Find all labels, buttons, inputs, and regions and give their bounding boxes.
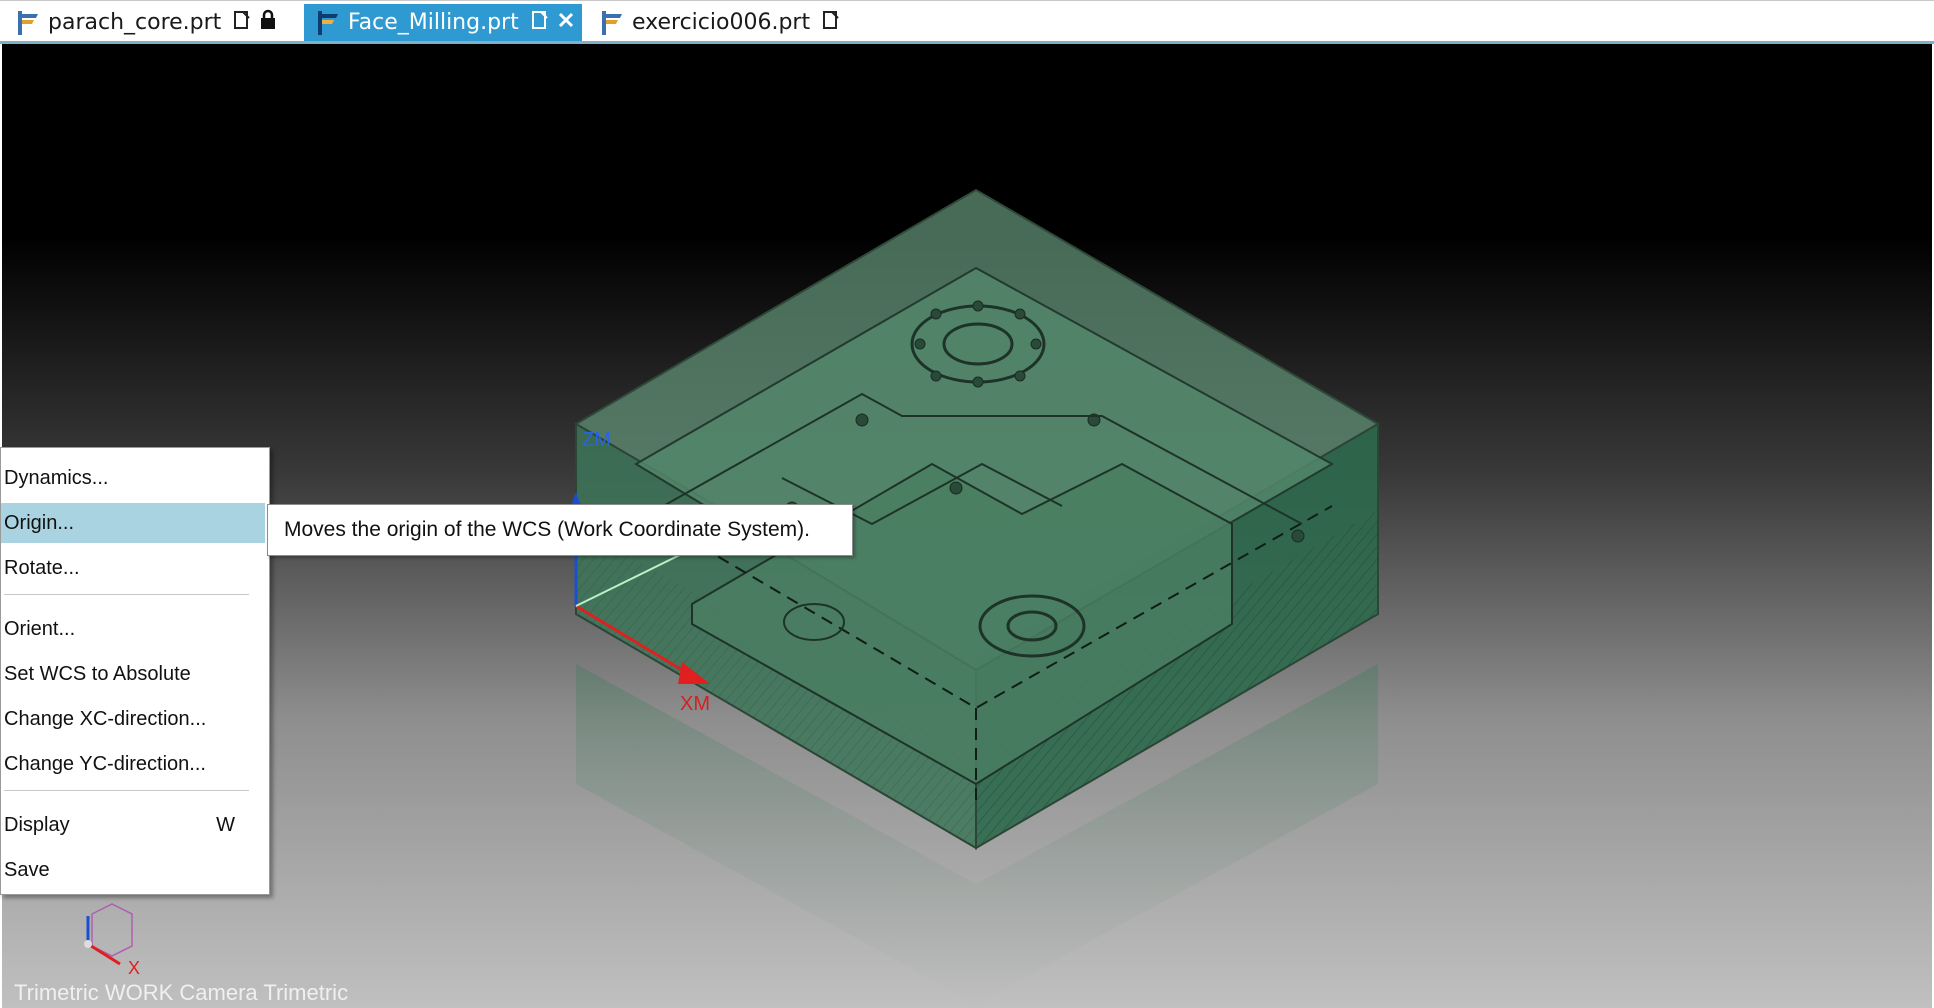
menu-item-dynamics[interactable]: Dynamics... <box>1 458 265 498</box>
tab-label: parach_core.prt <box>48 10 222 35</box>
menu-item-set-wcs-absolute[interactable]: Set WCS to Absolute <box>1 654 265 694</box>
tab-exercicio006[interactable]: exercicio006.prt <box>588 4 839 41</box>
menu-item-label: Origin... <box>4 512 75 534</box>
menu-item-origin[interactable]: Origin... <box>1 503 265 543</box>
file-status-icon <box>531 9 549 37</box>
menu-item-label: Save <box>4 859 50 881</box>
view-triad <box>84 903 133 966</box>
nx-part-icon <box>596 8 626 38</box>
document-tab-bar: parach_core.prt Face_Milling.prt exercic… <box>0 0 1934 44</box>
zm-axis-label: ZM <box>582 429 611 451</box>
nx-part-icon <box>312 8 342 38</box>
shortcut-key: W <box>216 814 235 836</box>
menu-item-label: Orient... <box>4 618 76 640</box>
menu-separator <box>4 594 249 595</box>
tab-label: Face_Milling.prt <box>348 10 519 35</box>
menu-separator <box>4 790 249 791</box>
menu-item-label: Change YC-direction... <box>4 753 206 775</box>
file-status-icon <box>822 9 840 37</box>
close-icon[interactable] <box>557 9 575 37</box>
menu-item-change-yc-direction[interactable]: Change YC-direction... <box>1 744 265 784</box>
tab-label: exercicio006.prt <box>632 10 811 35</box>
menu-item-orient[interactable]: Orient... <box>1 609 265 649</box>
menu-item-display[interactable]: Display W <box>1 805 265 845</box>
menu-item-label: Dynamics... <box>4 467 109 489</box>
menu-item-label: Rotate... <box>4 557 80 579</box>
file-status-icon <box>233 9 251 37</box>
tab-face-milling[interactable]: Face_Milling.prt <box>304 4 582 41</box>
menu-item-rotate[interactable]: Rotate... <box>1 548 265 588</box>
tab-parach-core[interactable]: parach_core.prt <box>4 4 304 41</box>
menu-item-change-xc-direction[interactable]: Change XC-direction... <box>1 699 265 739</box>
menu-item-label: Change XC-direction... <box>4 708 207 730</box>
triad-x-label: X <box>128 958 140 978</box>
view-orientation-label: Trimetric WORK Camera Trimetric <box>14 980 349 1005</box>
nx-part-icon <box>12 8 42 38</box>
lock-icon <box>259 9 277 37</box>
menu-item-label: Display <box>4 814 70 836</box>
menu-item-save[interactable]: Save <box>1 850 265 890</box>
tooltip: Moves the origin of the WCS (Work Coordi… <box>267 504 853 556</box>
wcs-context-menu: Dynamics... Origin... Rotate... Orient..… <box>0 447 270 895</box>
menu-item-label: Set WCS to Absolute <box>4 663 191 685</box>
xm-axis-label: XM <box>680 693 710 715</box>
